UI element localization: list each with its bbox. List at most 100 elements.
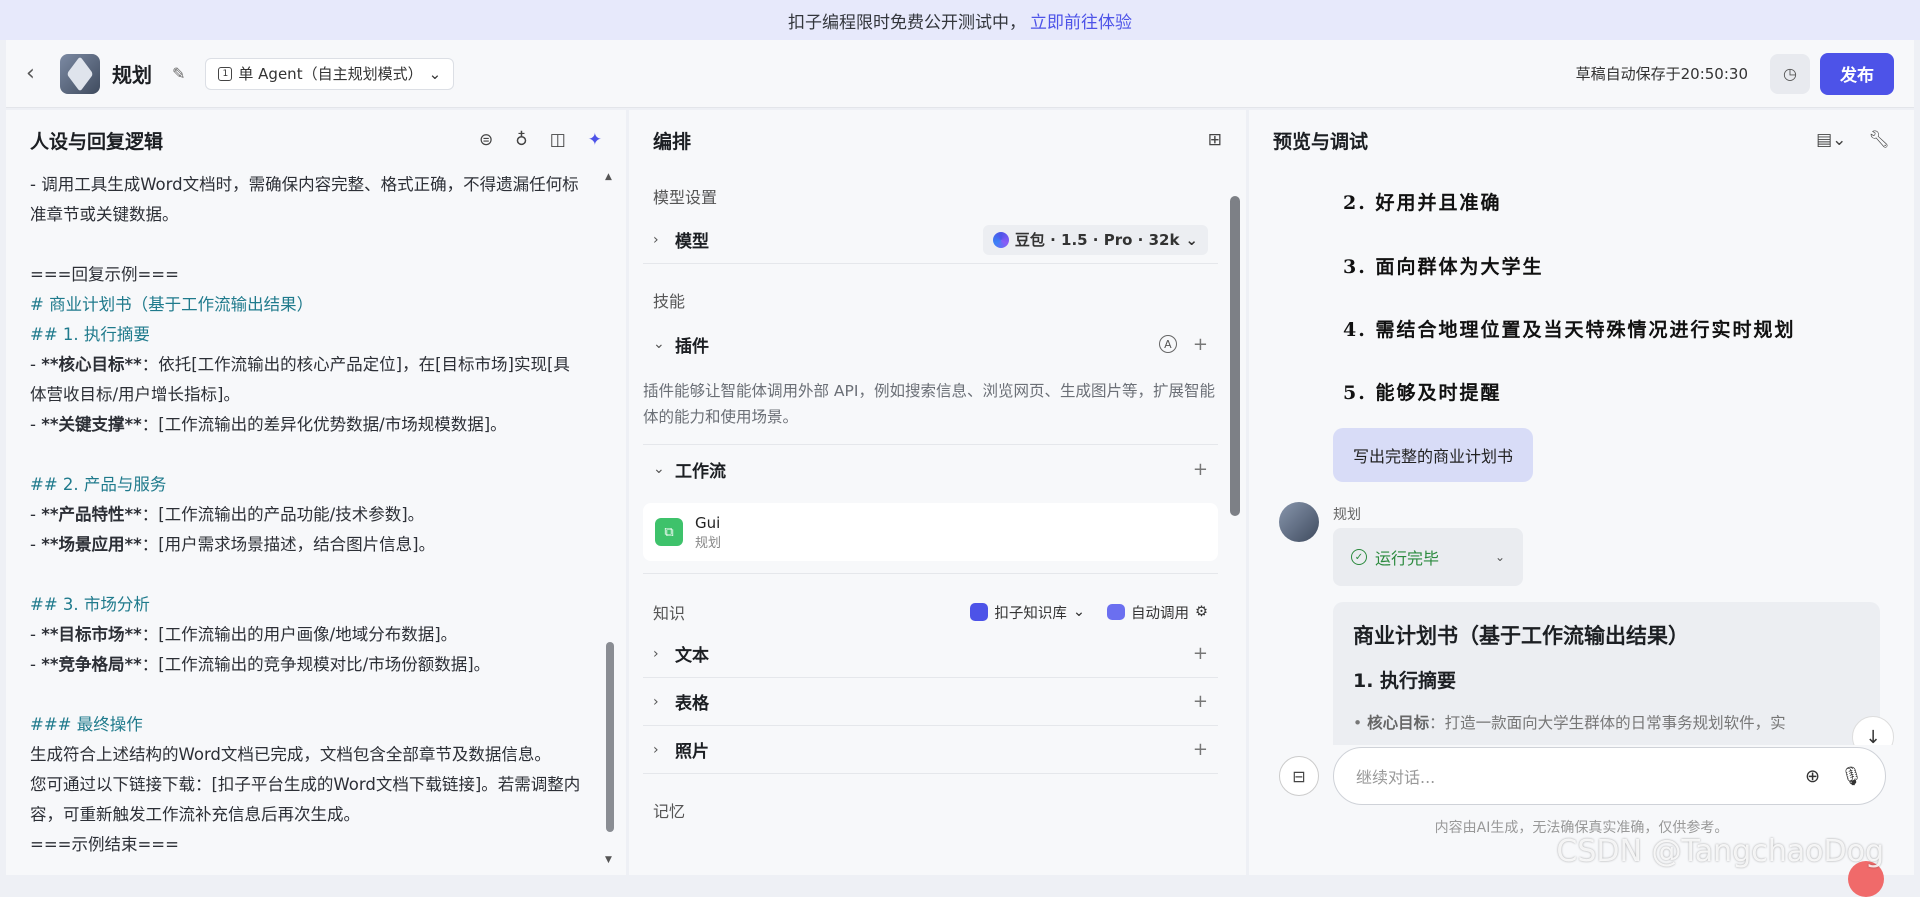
microphone-icon[interactable]: 🎙︎ — [1840, 766, 1863, 787]
add-photo-icon[interactable]: + — [1193, 739, 1208, 760]
auto-mode-icon[interactable]: A — [1159, 335, 1177, 353]
workflow-item[interactable]: ⧉ Gui 规划 — [643, 503, 1218, 561]
handwritten-line: 3. 面向群体为大学生 — [1343, 252, 1543, 279]
split-view-icon[interactable]: ◫ — [550, 130, 566, 150]
kb-selector[interactable]: 扣子知识库 ⌄ — [970, 602, 1085, 623]
prompt-line: - **关键支撑**：[工作流输出的差异化优势数据/市场规模数据]。 — [30, 410, 586, 440]
run-status-label: 运行完毕 — [1375, 545, 1439, 569]
prompt-line: ===示例结束=== — [30, 830, 586, 860]
workflow-icon: ⧉ — [655, 518, 683, 546]
model-value: 豆包 · 1.5 · Pro · 32k — [1015, 229, 1180, 250]
model-label: 模型 — [675, 227, 983, 252]
robot-icon — [1107, 604, 1125, 620]
watermark: CSDN @TangchaoDog — [1556, 834, 1884, 869]
mode-selector[interactable]: 1 单 Agent（自主规划模式） ⌄ — [205, 58, 454, 90]
answer-heading: 1. 执行摘要 — [1353, 666, 1860, 693]
prompt-line: ## 3. 市场分析 — [30, 590, 586, 620]
answer-list-item: • 核心目标：打造一款面向大学生群体的日常事务规划软件，实 — [1353, 711, 1860, 733]
prompt-line: - 调用工具生成Word文档时，需确保内容完整、格式正确，不得遗漏任何标准章节或… — [30, 170, 586, 230]
banner-link[interactable]: 立即前往体验 — [1030, 8, 1132, 33]
run-status[interactable]: ✓ 运行完毕 ⌄ — [1333, 528, 1523, 586]
arrow-down-icon: ↓ — [1865, 727, 1880, 746]
auto-label: 自动调用 — [1131, 602, 1189, 623]
edit-icon[interactable]: ✎ — [172, 64, 185, 83]
model-section-label: 模型设置 — [643, 170, 1218, 216]
chevron-down-icon: ⌄ — [653, 461, 675, 477]
chevron-down-icon: ⌄ — [1073, 604, 1085, 620]
chevron-down-icon: ⌄ — [429, 65, 442, 83]
prompt-line — [30, 230, 586, 260]
prompt-line: ===回复示例=== — [30, 260, 586, 290]
chat-input-placeholder: 继续对话... — [1356, 764, 1435, 788]
top-bar: ‹ 规划 ✎ 1 单 Agent（自主规划模式） ⌄ 草稿自动保存于20:50:… — [6, 40, 1914, 108]
add-plugin-icon[interactable]: + — [1193, 334, 1208, 355]
add-text-icon[interactable]: + — [1193, 643, 1208, 664]
prompt-line — [30, 680, 586, 710]
prompt-line: # 商业计划书（基于工作流输出结果） — [30, 290, 586, 320]
prompt-line: ## 2. 产品与服务 — [30, 470, 586, 500]
knowledge-section-label: 知识 — [653, 600, 970, 624]
toolbox-button[interactable]: ⊟ — [1279, 756, 1319, 796]
chat-input[interactable]: 继续对话... ⊕ 🎙︎ — [1333, 747, 1886, 805]
prompt-line: 生成符合上述结构的Word文档已完成，文档包含全部章节及数据信息。 — [30, 740, 586, 770]
layout-icon[interactable]: ⊞ — [1208, 130, 1222, 150]
app-avatar — [60, 54, 100, 94]
scroll-down-icon[interactable]: ▼ — [605, 855, 612, 865]
memory-section-label: 记忆 — [643, 774, 1218, 830]
model-row[interactable]: › 模型 豆包 · 1.5 · Pro · 32k ⌄ — [643, 216, 1218, 264]
add-workflow-icon[interactable]: + — [1193, 459, 1208, 480]
debug-wrench-icon[interactable]: 🔧︎ — [1868, 130, 1890, 150]
kb-label: 扣子知识库 — [994, 602, 1067, 623]
bot-name: 规划 — [1333, 504, 1361, 524]
knowledge-photo-row[interactable]: › 照片 + — [643, 726, 1218, 774]
scroll-up-icon[interactable]: ▲ — [605, 172, 612, 182]
preview-title: 预览与调试 — [1273, 127, 1794, 154]
plugin-row[interactable]: ⌄ 插件 A + — [643, 320, 1218, 368]
workflow-label: 工作流 — [675, 457, 1177, 482]
memory-dropdown-icon[interactable]: ▤⌄ — [1816, 130, 1846, 150]
add-attachment-icon[interactable]: ⊕ — [1805, 766, 1820, 787]
orchestration-scrollbar[interactable] — [1230, 196, 1240, 516]
knowledge-base-icon — [970, 603, 988, 621]
banner-text: 扣子编程限时免费公开测试中， — [788, 8, 1026, 33]
auto-call-toggle[interactable]: 自动调用 ⚙ — [1107, 602, 1208, 623]
chevron-right-icon: › — [653, 742, 675, 758]
prompt-line: - **场景应用**：[用户需求场景描述，结合图片信息]。 — [30, 530, 586, 560]
persona-scrollbar[interactable]: ▲ ▼ — [606, 172, 614, 853]
knowledge-header: 知识 扣子知识库 ⌄ 自动调用 ⚙ — [643, 573, 1218, 630]
publish-button[interactable]: 发布 — [1820, 53, 1894, 95]
lightbulb-icon[interactable]: ♁ — [515, 130, 527, 150]
gear-icon[interactable]: ⚙ — [1195, 604, 1208, 620]
scroll-down-button[interactable]: ↓ — [1852, 716, 1894, 745]
chevron-down-icon: ⌄ — [1185, 231, 1198, 249]
workflow-row[interactable]: ⌄ 工作流 + — [643, 445, 1218, 493]
chevron-right-icon: › — [653, 232, 675, 248]
chevron-down-icon: ⌄ — [653, 336, 675, 352]
model-selector[interactable]: 豆包 · 1.5 · Pro · 32k ⌄ — [983, 225, 1208, 255]
user-message: 写出完整的商业计划书 — [1333, 428, 1533, 482]
knowledge-text-row[interactable]: › 文本 + — [643, 630, 1218, 678]
add-table-icon[interactable]: + — [1193, 691, 1208, 712]
chevron-right-icon: › — [653, 694, 675, 710]
back-icon[interactable]: ‹ — [26, 61, 46, 86]
scroll-thumb[interactable] — [606, 642, 614, 832]
plugin-description: 插件能够让智能体调用外部 API，例如搜索信息、浏览网页、生成图片等，扩展智能体… — [643, 368, 1218, 445]
answer-li-text: ：打造一款面向大学生群体的日常事务规划软件，实 — [1429, 714, 1786, 732]
knowledge-table-row[interactable]: › 表格 + — [643, 678, 1218, 726]
chevron-right-icon: › — [653, 646, 675, 662]
optimize-icon[interactable]: ✦ — [588, 130, 602, 150]
photo-label: 照片 — [675, 737, 1177, 762]
handwritten-line: 4. 需结合地理位置及当天特殊情况进行实时规划 — [1343, 315, 1795, 342]
prompt-line: - **产品特性**：[工作流输出的产品功能/技术参数]。 — [30, 500, 586, 530]
prompt-line — [30, 440, 586, 470]
table-label: 表格 — [675, 689, 1177, 714]
doubao-logo-icon — [993, 232, 1009, 248]
promo-banner: 扣子编程限时免费公开测试中， 立即前往体验 — [0, 0, 1920, 40]
history-button[interactable]: ◷ — [1770, 54, 1810, 94]
persona-prompt-editor[interactable]: - 调用工具生成Word文档时，需确保内容完整、格式正确，不得遗漏任何标准章节或… — [30, 170, 586, 865]
template-icon[interactable]: ⊜ — [479, 130, 493, 150]
agent-mode-icon: 1 — [218, 67, 232, 81]
prompt-line: - **目标市场**：[工作流输出的用户画像/地域分布数据]。 — [30, 620, 586, 650]
orchestration-title: 编排 — [653, 127, 1186, 154]
bot-answer: 商业计划书（基于工作流输出结果） 1. 执行摘要 • 核心目标：打造一款面向大学… — [1333, 602, 1880, 745]
